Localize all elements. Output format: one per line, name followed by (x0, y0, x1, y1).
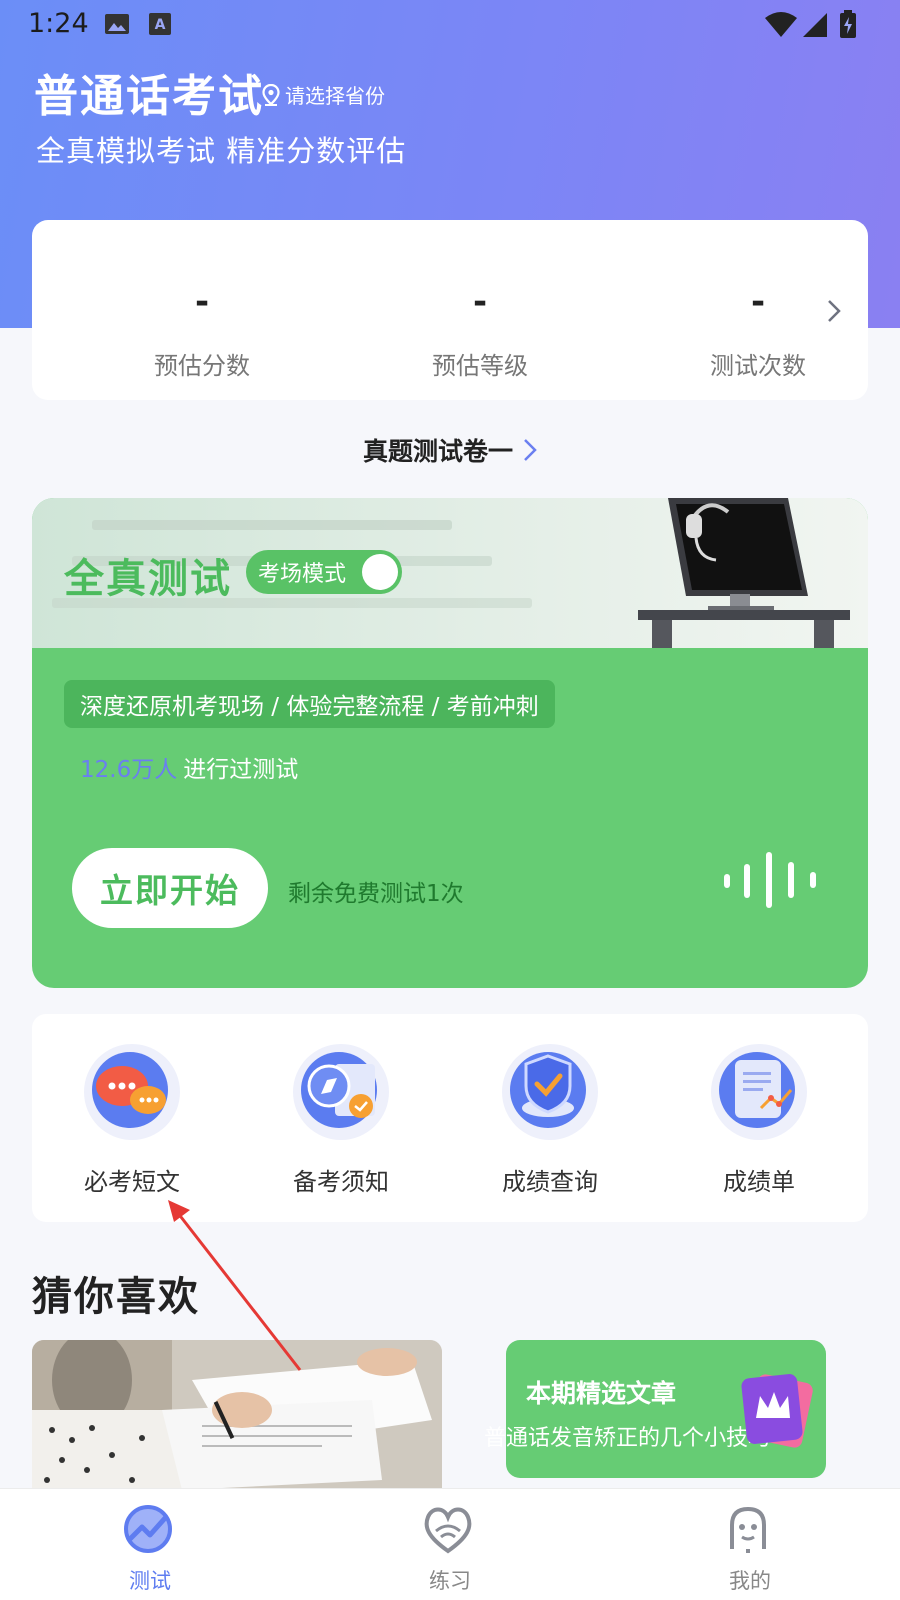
chevron-right-icon (524, 439, 537, 461)
stat-value: - (472, 282, 488, 322)
user-count-suffix: 进行过测试 (183, 757, 299, 783)
nav-label: 测试 (129, 1569, 171, 1593)
user-count: 12.6万人 进行过测试 (80, 750, 298, 784)
compass-book-icon (293, 1044, 389, 1140)
recommend-article-card[interactable]: 本期精选文章 普通话发音矫正的几个小技巧 (484, 1340, 826, 1478)
signal-icon (803, 13, 827, 37)
user-count-number: 12.6万人 (80, 757, 178, 783)
paper-link-label: 真题测试卷一 (362, 437, 513, 466)
article-title: 本期精选文章 (526, 1379, 677, 1408)
stat-estimated-level: - 预估等级 (380, 220, 580, 400)
tools-card: 必考短文 备考须知 成绩查询 成绩单 (32, 1014, 868, 1222)
wifi-icon (765, 12, 797, 37)
toggle-knob (362, 554, 398, 590)
exam-mode-toggle[interactable]: 考场模式 (246, 550, 402, 594)
status-bar: 1:24 A (0, 0, 900, 50)
stat-label: 预估等级 (432, 352, 528, 380)
nav-tab-test[interactable]: 测试 (60, 1489, 240, 1600)
free-tests-remaining: 剩余免费测试1次 (288, 881, 464, 907)
start-test-button[interactable]: 立即开始 (72, 848, 268, 928)
annotation-arrow (168, 1200, 302, 1371)
chart-trend-icon (124, 1505, 172, 1553)
stat-label: 预估分数 (154, 352, 250, 380)
tool-exam-notice[interactable]: 备考须知 (241, 1014, 441, 1222)
tool-label: 成绩单 (723, 1168, 795, 1196)
app-title: 普通话考试 (34, 71, 264, 122)
feature-pill: 深度还原机考现场 / 体验完整流程 / 考前冲刺 (64, 680, 555, 728)
full-exam-card[interactable]: 全真测试 考场模式 深度还原机考现场 / 体验完整流程 / 考前冲刺 12.6万… (32, 498, 868, 988)
profile-face-icon (730, 1506, 766, 1553)
tool-label: 必考短文 (84, 1168, 180, 1196)
stats-card[interactable]: - 预估分数 - 预估等级 - 测试次数 (32, 220, 868, 400)
status-time: 1:24 (28, 8, 89, 39)
province-label: 请选择省份 (285, 84, 385, 108)
province-selector[interactable]: 请选择省份 (262, 80, 385, 109)
chevron-right-icon[interactable] (826, 298, 842, 324)
svg-text:A: A (155, 17, 166, 33)
crown-cards-icon (741, 1374, 813, 1448)
exam-room-banner: 全真测试 考场模式 (32, 498, 868, 648)
stat-value: - (194, 282, 210, 322)
stat-estimated-score: - 预估分数 (102, 220, 302, 400)
nav-tab-mine[interactable]: 我的 (660, 1489, 840, 1600)
tool-label: 备考须知 (293, 1168, 389, 1196)
paper-link[interactable]: 真题测试卷一 (0, 432, 900, 468)
stat-label: 测试次数 (710, 352, 806, 380)
location-pin-icon (262, 83, 280, 106)
sound-wave-icon (724, 852, 816, 908)
report-scroll-icon (711, 1044, 807, 1140)
tool-transcript[interactable]: 成绩单 (659, 1014, 859, 1222)
exam-mode-label: 考场模式 (258, 562, 347, 587)
tool-label: 成绩查询 (502, 1168, 598, 1196)
shield-check-icon (502, 1044, 598, 1140)
heart-signal-icon (424, 1507, 472, 1554)
bottom-nav: 测试 练习 我的 (0, 1488, 900, 1600)
exam-title: 全真测试 (64, 556, 232, 602)
tool-score-query[interactable]: 成绩查询 (450, 1014, 650, 1222)
gallery-icon (105, 14, 129, 34)
nav-label: 练习 (429, 1569, 471, 1593)
tool-must-read-essays[interactable]: 必考短文 (32, 1014, 232, 1222)
nav-label: 我的 (729, 1569, 771, 1593)
chat-bubbles-icon (84, 1044, 180, 1140)
computer-headset-icon (638, 498, 850, 648)
battery-icon (840, 10, 856, 38)
font-app-icon: A (149, 13, 171, 35)
app-subtitle: 全真模拟考试 精准分数评估 (36, 134, 407, 168)
nav-tab-practice[interactable]: 练习 (360, 1489, 540, 1600)
